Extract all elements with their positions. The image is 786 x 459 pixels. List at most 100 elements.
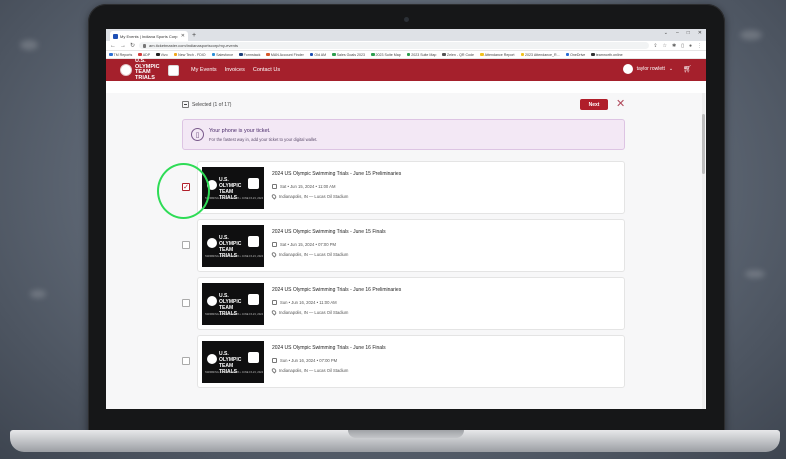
bookmark-label: 2023 Suite Map: [411, 52, 437, 57]
user-name: taylor rowlett: [636, 66, 665, 72]
event-card[interactable]: U.S. OLYMPIC TEAM TRIALS SWIMMING • INDIA…: [197, 161, 625, 214]
tab-close-icon[interactable]: ✕: [181, 33, 185, 39]
bookmark-item[interactable]: New Tech - FDIO: [173, 52, 206, 57]
event-checkbox[interactable]: [182, 357, 190, 365]
minimize-icon[interactable]: –: [676, 30, 679, 36]
cart-icon[interactable]: 🛒︎: [683, 65, 692, 73]
bookmark-label: Vivo: [160, 52, 168, 57]
new-tab-button[interactable]: +: [192, 31, 196, 41]
bookmark-item[interactable]: Zelen - QR Code: [442, 53, 474, 57]
olympic-rings-icon: [207, 238, 217, 248]
bookmark-item[interactable]: Old AM: [309, 52, 327, 57]
close-icon[interactable]: ✕: [616, 97, 625, 110]
trials-badge-icon: [248, 178, 259, 189]
user-menu[interactable]: taylor rowlett ⌄ 🛒︎: [622, 64, 692, 74]
window-controls: ⌄ – □ ✕: [664, 30, 702, 36]
event-title: 2024 US Olympic Swimming Trials - June 1…: [272, 171, 402, 177]
close-window-icon[interactable]: ✕: [698, 30, 702, 36]
bookmark-label: 2023 Suite Map: [375, 52, 401, 57]
bookmarks-bar: TM Reports ADP Vivo New Tech - FDIO Salesfor…: [106, 51, 706, 59]
wallet-banner: ▯ Your phone is your ticket. For the fas…: [182, 119, 625, 150]
event-title: 2024 US Olympic Swimming Trials - June 1…: [272, 229, 386, 235]
lock-icon: [143, 43, 147, 48]
scrollbar-thumb[interactable]: [702, 114, 705, 174]
olympic-rings-icon: [207, 354, 217, 364]
event-date: Sun • Jun 16, 2024 • 11:00 AM: [272, 300, 337, 305]
bookmark-item[interactable]: Formstack: [239, 53, 260, 57]
site-logo[interactable]: U.S. OLYMPIC TEAM TRIALS: [120, 58, 179, 81]
menu-icon[interactable]: ⋮: [697, 43, 702, 49]
bookmark-favicon-icon: [565, 52, 570, 57]
olympic-rings-icon: [120, 64, 132, 76]
bookmark-item[interactable]: 2023 Suite Map: [406, 52, 437, 57]
bookmark-item[interactable]: OneDrive: [565, 52, 585, 57]
bookmark-favicon-icon: [591, 52, 595, 57]
event-date-text: Sat • Jun 15, 2024 • 11:00 AM: [280, 184, 336, 189]
bookmark-favicon-icon: [520, 52, 525, 57]
maximize-icon[interactable]: □: [687, 30, 690, 36]
location-pin-icon: [270, 193, 278, 200]
event-title: 2024 US Olympic Swimming Trials - June 1…: [272, 345, 386, 351]
share-icon[interactable]: ⇪: [653, 43, 657, 49]
logo-text: U.S. OLYMPIC TEAM TRIALS: [135, 58, 160, 81]
thumbnail-footer: SWIMMING • INDIANAPOLIS • JUNE 15-23, 20…: [205, 197, 264, 200]
background-light: [20, 40, 38, 50]
event-card[interactable]: U.S. OLYMPIC TEAM TRIALS SWIMMING • INDIA…: [197, 335, 625, 388]
location-pin-icon: [270, 309, 278, 316]
next-button[interactable]: Next: [580, 99, 608, 110]
bookmark-item[interactable]: Salesforce: [211, 52, 233, 57]
event-row: U.S. OLYMPIC TEAM TRIALS SWIMMING • INDIA…: [182, 277, 625, 330]
background-light: [30, 290, 46, 298]
bookmark-item[interactable]: 2023 Attendance_R...: [520, 52, 560, 57]
selection-count: Selected (1 of 17): [192, 101, 232, 108]
thumbnail-footer: SWIMMING • INDIANAPOLIS • JUNE 15-23, 20…: [205, 313, 264, 316]
reload-icon[interactable]: ↻: [130, 42, 135, 49]
bookmark-label: TM Reports: [113, 52, 133, 57]
browser-tab[interactable]: My Events | Indiana Sports Corp ✕: [110, 31, 188, 41]
url-input[interactable]: am.ticketmaster.com/indianasportscorp/my…: [139, 42, 650, 49]
bookmark-item[interactable]: 2023 Suite Map: [371, 53, 401, 57]
bookmark-label: Sales Goals 2023: [336, 52, 366, 57]
bookmark-favicon-icon: [173, 52, 178, 57]
event-row: U.S. OLYMPIC TEAM TRIALS SWIMMING • INDIA…: [182, 335, 625, 388]
bookmark-item[interactable]: MAN Account Finder: [266, 52, 304, 57]
select-all-checkbox[interactable]: [182, 101, 189, 108]
event-card[interactable]: U.S. OLYMPIC TEAM TRIALS SWIMMING • INDIA…: [197, 219, 625, 272]
star-icon[interactable]: ☆: [663, 43, 667, 49]
event-venue: Indianapolis, IN — Lucas Oil Stadium: [270, 367, 348, 374]
bookmark-item[interactable]: Attendance Report: [480, 53, 515, 57]
nav-my-events[interactable]: My Events: [191, 67, 217, 73]
extensions-icon[interactable]: ✱: [672, 43, 676, 49]
bookmark-item[interactable]: TM Reports: [109, 53, 132, 57]
nav-contact-us[interactable]: Contact Us: [253, 67, 280, 73]
nav-invoices[interactable]: Invoices: [225, 67, 245, 73]
bookmark-favicon-icon: [211, 52, 216, 57]
event-row: U.S. OLYMPIC TEAM TRIALS SWIMMING • INDIA…: [182, 219, 625, 272]
event-checkbox[interactable]: [182, 299, 190, 307]
site-nav: My Events Invoices Contact Us: [191, 67, 280, 73]
forward-icon[interactable]: →: [120, 43, 126, 49]
bookmark-item[interactable]: Sales Goals 2023: [332, 53, 365, 57]
back-icon[interactable]: ←: [110, 43, 116, 49]
bookmark-item[interactable]: ADP: [138, 53, 150, 57]
bookmark-favicon-icon: [239, 52, 243, 57]
bookmark-favicon-icon: [266, 52, 270, 57]
bookmark-label: 2023 Attendance_R...: [525, 52, 560, 57]
main-content: Selected (1 of 17) Next ✕ ▯ Your phone i…: [106, 93, 706, 409]
event-thumbnail: U.S. OLYMPIC TEAM TRIALS SWIMMING • INDIA…: [202, 167, 264, 209]
webcam: [404, 17, 409, 22]
calendar-icon: [272, 300, 277, 305]
chevron-down-icon[interactable]: ⌄: [664, 30, 668, 36]
event-checkbox[interactable]: [182, 241, 190, 249]
trials-badge-icon: [248, 236, 259, 247]
event-thumbnail: U.S. OLYMPIC TEAM TRIALS SWIMMING • INDIA…: [202, 341, 264, 383]
bookmark-label: teamnorth.online: [595, 52, 623, 57]
event-venue-text: Indianapolis, IN — Lucas Oil Stadium: [279, 310, 349, 315]
sidebar-icon[interactable]: ▯: [681, 43, 684, 49]
bookmark-item[interactable]: teamnorth.online: [591, 52, 623, 57]
bookmark-item[interactable]: Vivo: [156, 52, 168, 57]
profile-icon[interactable]: ●: [689, 43, 692, 49]
bookmark-label: Old AM: [314, 52, 327, 57]
event-card[interactable]: U.S. OLYMPIC TEAM TRIALS SWIMMING • INDIA…: [197, 277, 625, 330]
event-date-text: Sun • Jun 16, 2024 • 07:00 PM: [280, 358, 338, 363]
